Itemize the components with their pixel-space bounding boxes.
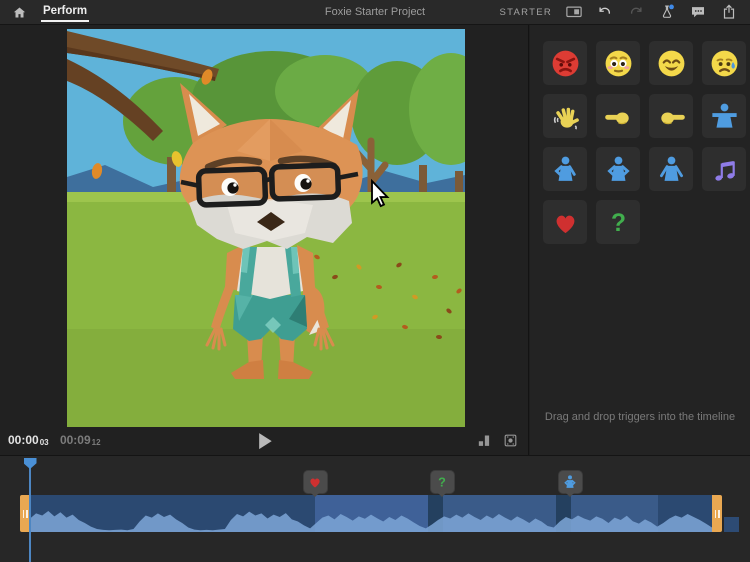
undo-icon xyxy=(596,3,614,21)
flushed-face-icon xyxy=(603,48,634,79)
levels-icon xyxy=(476,432,493,449)
trigger-sad-face[interactable] xyxy=(702,41,746,85)
trigger-person-arms-out[interactable] xyxy=(702,94,746,138)
heart-icon xyxy=(307,474,323,490)
trigger-point-right-hand[interactable] xyxy=(649,94,693,138)
triggers-panel: Drag and drop triggers into the timeline xyxy=(530,25,750,455)
trimmed-audio-remainder xyxy=(724,517,739,532)
levels-button[interactable] xyxy=(476,432,493,449)
trigger-music-notes[interactable] xyxy=(702,147,746,191)
lab-button[interactable] xyxy=(658,3,676,21)
trigger-laughing-face[interactable] xyxy=(649,41,693,85)
home-button[interactable] xyxy=(12,5,27,20)
heart-icon xyxy=(550,207,581,238)
audio-track xyxy=(20,495,722,532)
waveform-track[interactable] xyxy=(30,495,712,532)
lab-flask-icon xyxy=(658,3,676,21)
scene-button[interactable] xyxy=(502,432,519,449)
character-animator-app: Perform Foxie Starter Project STARTER xyxy=(0,0,750,562)
trigger-person-hand-on-hip[interactable] xyxy=(543,147,587,191)
trigger-wave-hand[interactable] xyxy=(543,94,587,138)
question-mark-icon xyxy=(603,207,634,238)
person-hand-on-hip-icon xyxy=(550,154,581,185)
playhead-line xyxy=(29,458,31,562)
point-right-hand-icon xyxy=(656,101,687,132)
time-current[interactable]: 00:0003 xyxy=(8,433,49,447)
point-left-hand-icon xyxy=(603,101,634,132)
top-bar: Perform Foxie Starter Project STARTER xyxy=(0,0,750,25)
person-hips-icon xyxy=(562,474,578,490)
feedback-bubble-icon xyxy=(689,3,707,21)
stage-panel: 00:0003 00:0912 xyxy=(0,25,529,455)
marker-question[interactable] xyxy=(431,471,454,502)
trigger-flushed-face[interactable] xyxy=(596,41,640,85)
laughing-face-icon xyxy=(656,48,687,79)
plan-badge: STARTER xyxy=(499,7,552,18)
transport-bar: 00:0003 00:0912 xyxy=(0,427,528,455)
triggers-hint: Drag and drop triggers into the timeline xyxy=(530,411,750,423)
undo-button[interactable] xyxy=(596,3,614,21)
wave-hand-icon xyxy=(550,101,581,132)
redo-icon xyxy=(627,3,645,21)
playhead[interactable] xyxy=(24,458,37,469)
tab-perform[interactable]: Perform xyxy=(41,1,89,23)
timecode: 00:0003 00:0912 xyxy=(8,433,101,447)
scene xyxy=(67,29,465,427)
angry-face-icon xyxy=(550,48,581,79)
timeline-panel xyxy=(0,455,750,562)
starter-mode-button[interactable] xyxy=(565,3,583,21)
redo-button[interactable] xyxy=(627,3,645,21)
share-button[interactable] xyxy=(720,3,738,21)
stage-canvas[interactable] xyxy=(67,29,465,427)
question-icon xyxy=(434,474,450,490)
time-total: 00:0912 xyxy=(60,433,101,447)
marker-heart[interactable] xyxy=(304,471,327,502)
trigger-person-arms-open[interactable] xyxy=(649,147,693,191)
scene-stamp-icon xyxy=(502,432,519,449)
music-notes-icon xyxy=(709,154,740,185)
share-icon xyxy=(720,3,738,21)
trigger-point-left-hand[interactable] xyxy=(596,94,640,138)
person-arms-out-icon xyxy=(709,101,740,132)
play-button[interactable] xyxy=(258,432,274,448)
sad-face-icon xyxy=(709,48,740,79)
play-icon xyxy=(258,432,274,450)
trigger-heart[interactable] xyxy=(543,200,587,244)
trim-handle-right[interactable] xyxy=(712,495,722,532)
main-area: 00:0003 00:0912 xyxy=(0,25,750,455)
starter-panel-icon xyxy=(565,3,583,21)
person-hands-on-hips-icon xyxy=(603,154,634,185)
home-icon xyxy=(12,5,27,20)
trigger-angry-face[interactable] xyxy=(543,41,587,85)
feedback-button[interactable] xyxy=(689,3,707,21)
trigger-question-mark[interactable] xyxy=(596,200,640,244)
waveform xyxy=(30,495,712,532)
person-arms-open-icon xyxy=(656,154,687,185)
trigger-grid xyxy=(543,41,746,244)
marker-person[interactable] xyxy=(559,471,582,502)
trigger-person-hands-on-hips[interactable] xyxy=(596,147,640,191)
notification-dot xyxy=(669,5,674,10)
